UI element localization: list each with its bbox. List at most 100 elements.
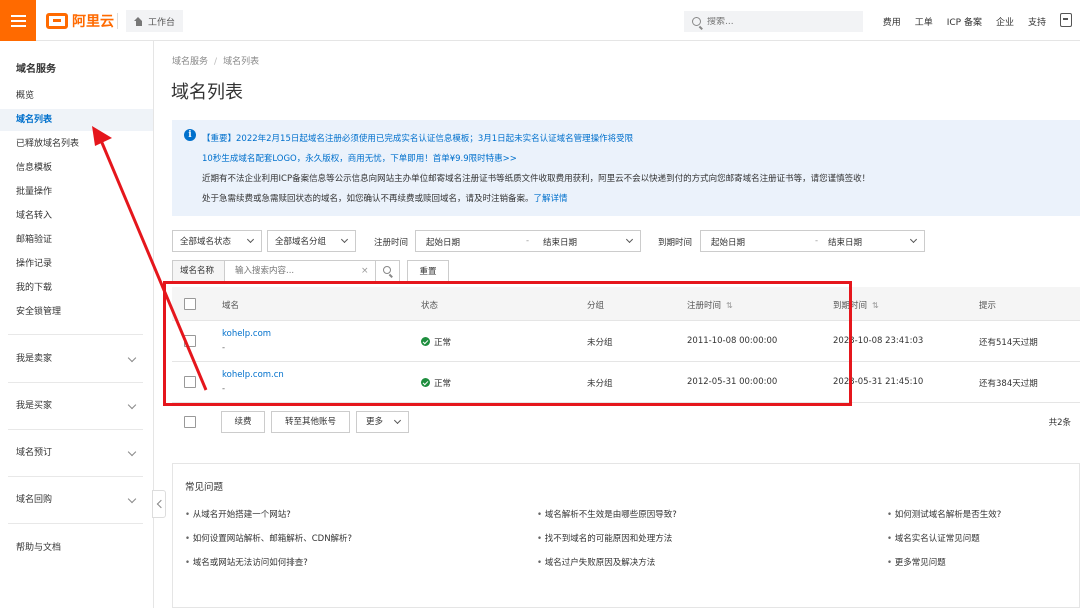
faq-link[interactable]: 找不到域名的可能原因和处理方法: [537, 532, 673, 544]
expiration-time-label: 到期时间: [658, 238, 693, 248]
breadcrumb-separator: /: [214, 57, 218, 67]
logo-text: 阿里云: [72, 14, 114, 30]
domain-status-select[interactable]: 全部域名状态: [172, 230, 262, 252]
divider: [117, 13, 118, 29]
notice-line-logo-promo[interactable]: 10秒生成域名配套LOGO，永久版权，商用无忧，下单即用！首单¥9.9限时特惠>…: [202, 152, 517, 164]
aliyun-logo-icon: [46, 13, 68, 29]
sidebar-group-label: 域名预订: [16, 448, 53, 458]
faq-link[interactable]: 从域名开始搭建一个网站?: [185, 508, 291, 520]
info-icon: i: [184, 129, 196, 141]
sidebar-item-domain-list[interactable]: 域名列表: [0, 109, 153, 131]
notice-line-renewal-text: 处于急需续费或急需赎回状态的域名，如您确认不再续费或赎回域名，请及时注销备案。: [202, 194, 534, 204]
domain-name-input[interactable]: [225, 261, 361, 281]
faq-panel: 常见问题 从域名开始搭建一个网站? 如何设置网站解析、邮箱解析、CDN解析? 域…: [172, 463, 1080, 608]
faq-link[interactable]: 更多常见问题: [887, 556, 946, 568]
registration-date-range[interactable]: 起始日期 - 结束日期: [415, 230, 641, 252]
domain-name-label: 域名名称: [173, 261, 225, 281]
chevron-down-icon: [909, 235, 918, 244]
sidebar-item-info-templates[interactable]: 信息模板: [0, 157, 153, 179]
reg-start-date: 起始日期: [426, 238, 461, 248]
top-navigation-bar: 阿里云 工作台 费用 工单 ICP 备案 企业 支持: [0, 0, 1080, 41]
expiry-hint-cell: 还有514天过期: [979, 338, 1038, 348]
learn-more-link[interactable]: 了解详情: [534, 194, 568, 204]
registration-time-label: 注册时间: [374, 238, 409, 248]
date-range-dash: -: [815, 236, 819, 246]
search-icon: [383, 266, 391, 274]
chevron-down-icon: [625, 235, 634, 244]
workbench-label: 工作台: [148, 17, 176, 28]
notice-line-fraud-warning: 近期有不法企业利用ICP备案信息等公示信息向网站主办单位邮寄域名注册证书等纸质文…: [202, 174, 871, 184]
sidebar-divider: [8, 334, 143, 335]
sidebar-item-overview[interactable]: 概览: [0, 85, 153, 107]
reset-button[interactable]: 重置: [407, 260, 449, 282]
sidebar-group-seller[interactable]: 我是卖家: [0, 348, 153, 370]
more-actions-label: 更多: [366, 417, 384, 427]
message-icon[interactable]: [1060, 13, 1072, 27]
sidebar-item-email-verification[interactable]: 邮箱验证: [0, 229, 153, 251]
global-search[interactable]: [684, 11, 863, 32]
top-links: 费用 工单 ICP 备案 企业 支持: [883, 15, 1046, 28]
breadcrumb-item[interactable]: 域名服务: [172, 57, 208, 67]
sidebar-divider: [8, 523, 143, 524]
sidebar-group-label: 域名回购: [16, 495, 53, 505]
faq-link[interactable]: 域名或网站无法访问如何排查?: [185, 556, 308, 568]
chevron-down-icon: [246, 235, 255, 244]
page-title: 域名列表: [171, 82, 243, 103]
hamburger-menu-icon[interactable]: [0, 0, 36, 41]
sidebar-item-security-lock[interactable]: 安全锁管理: [0, 301, 153, 323]
chevron-down-icon: [127, 400, 137, 410]
faq-link[interactable]: 如何设置网站解析、邮箱解析、CDN解析?: [185, 532, 352, 544]
domain-name-filter: 域名名称 ×: [172, 260, 400, 282]
aliyun-logo[interactable]: 阿里云: [46, 10, 114, 32]
sidebar-divider: [8, 476, 143, 477]
sidebar-group-buyback[interactable]: 域名回购: [0, 489, 153, 511]
clear-icon[interactable]: ×: [361, 261, 375, 281]
notice-banner: i 【重要】2022年2月15日起域名注册必须使用已完成实名认证信息模板；3月1…: [172, 120, 1080, 216]
exp-start-date: 起始日期: [711, 238, 746, 248]
sidebar-divider: [8, 382, 143, 383]
sidebar-item-domain-transfer-in[interactable]: 域名转入: [0, 205, 153, 227]
chevron-down-icon: [393, 416, 402, 425]
breadcrumb: 域名服务 / 域名列表: [172, 54, 259, 67]
transfer-account-button[interactable]: 转至其他账号: [271, 411, 350, 433]
chevron-down-icon: [127, 494, 137, 504]
notice-line-renewal: 处于急需续费或急需赎回状态的域名，如您确认不再续费或赎回域名，请及时注销备案。了…: [202, 192, 568, 204]
domain-search-button[interactable]: [375, 261, 399, 281]
sidebar-item-help-docs[interactable]: 帮助与文档: [0, 537, 153, 559]
sort-icon: ⇅: [872, 301, 879, 310]
domain-group-select[interactable]: 全部域名分组: [267, 230, 356, 252]
top-link-enterprise[interactable]: 企业: [996, 15, 1014, 28]
sidebar-item-operation-log[interactable]: 操作记录: [0, 253, 153, 275]
faq-link[interactable]: 如何测试域名解析是否生效?: [887, 508, 1002, 520]
chevron-down-icon: [127, 447, 137, 457]
search-input[interactable]: [707, 16, 847, 27]
collapse-sidebar-icon[interactable]: [152, 490, 166, 518]
reg-end-date: 结束日期: [543, 238, 578, 248]
faq-link[interactable]: 域名解析不生效是由哪些原因导致?: [537, 508, 677, 520]
chevron-down-icon: [340, 235, 349, 244]
top-link-fees[interactable]: 费用: [883, 15, 901, 28]
sidebar-item-released-domains[interactable]: 已释放域名列表: [0, 133, 153, 155]
sidebar-group-buyer[interactable]: 我是买家: [0, 395, 153, 417]
top-link-icp[interactable]: ICP 备案: [947, 15, 982, 28]
workbench-button[interactable]: 工作台: [126, 10, 184, 32]
faq-link[interactable]: 域名过户失败原因及解决方法: [537, 556, 656, 568]
expiration-date-range[interactable]: 起始日期 - 结束日期: [700, 230, 925, 252]
faq-title: 常见问题: [185, 482, 224, 493]
column-header-hint: 提示: [979, 301, 997, 311]
top-link-tickets[interactable]: 工单: [915, 15, 933, 28]
notice-line-important[interactable]: 【重要】2022年2月15日起域名注册必须使用已完成实名认证信息模板；3月1日起…: [202, 132, 633, 144]
sidebar-group-label: 我是卖家: [16, 354, 53, 364]
sidebar-group-reservation[interactable]: 域名预订: [0, 442, 153, 464]
sidebar-item-batch-operations[interactable]: 批量操作: [0, 181, 153, 203]
expiry-hint-cell: 还有384天过期: [979, 379, 1038, 389]
sidebar-title: 域名服务: [16, 64, 56, 75]
domain-group-value: 全部域名分组: [275, 237, 327, 247]
faq-link[interactable]: 域名实名认证常见问题: [887, 532, 980, 544]
renew-button[interactable]: 续费: [221, 411, 265, 433]
sidebar-item-my-downloads[interactable]: 我的下载: [0, 277, 153, 299]
bulk-select-checkbox[interactable]: [184, 416, 196, 428]
top-link-support[interactable]: 支持: [1028, 15, 1046, 28]
more-actions-button[interactable]: 更多: [356, 411, 409, 433]
chevron-down-icon: [127, 353, 137, 363]
